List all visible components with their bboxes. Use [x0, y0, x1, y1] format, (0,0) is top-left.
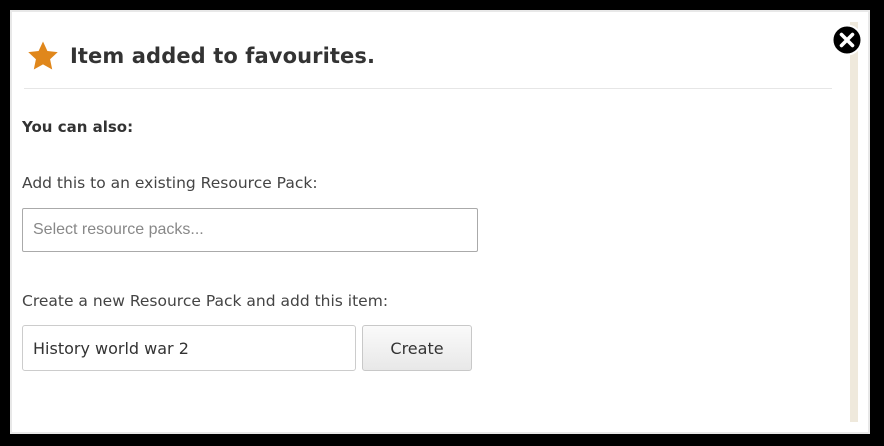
resource-pack-select-placeholder: Select resource packs...: [33, 221, 204, 238]
header-divider: [24, 88, 832, 89]
also-heading: You can also:: [22, 118, 134, 136]
new-pack-name-input[interactable]: [22, 325, 356, 371]
create-button[interactable]: Create: [362, 325, 472, 371]
dialog-header: Item added to favourites.: [26, 36, 832, 76]
close-icon[interactable]: [831, 24, 863, 56]
new-pack-label: Create a new Resource Pack and add this …: [22, 292, 389, 310]
dialog-title: Item added to favourites.: [70, 44, 376, 68]
star-icon: [28, 41, 58, 70]
resource-pack-select[interactable]: Select resource packs...: [22, 208, 478, 252]
existing-pack-label: Add this to an existing Resource Pack:: [22, 174, 318, 192]
